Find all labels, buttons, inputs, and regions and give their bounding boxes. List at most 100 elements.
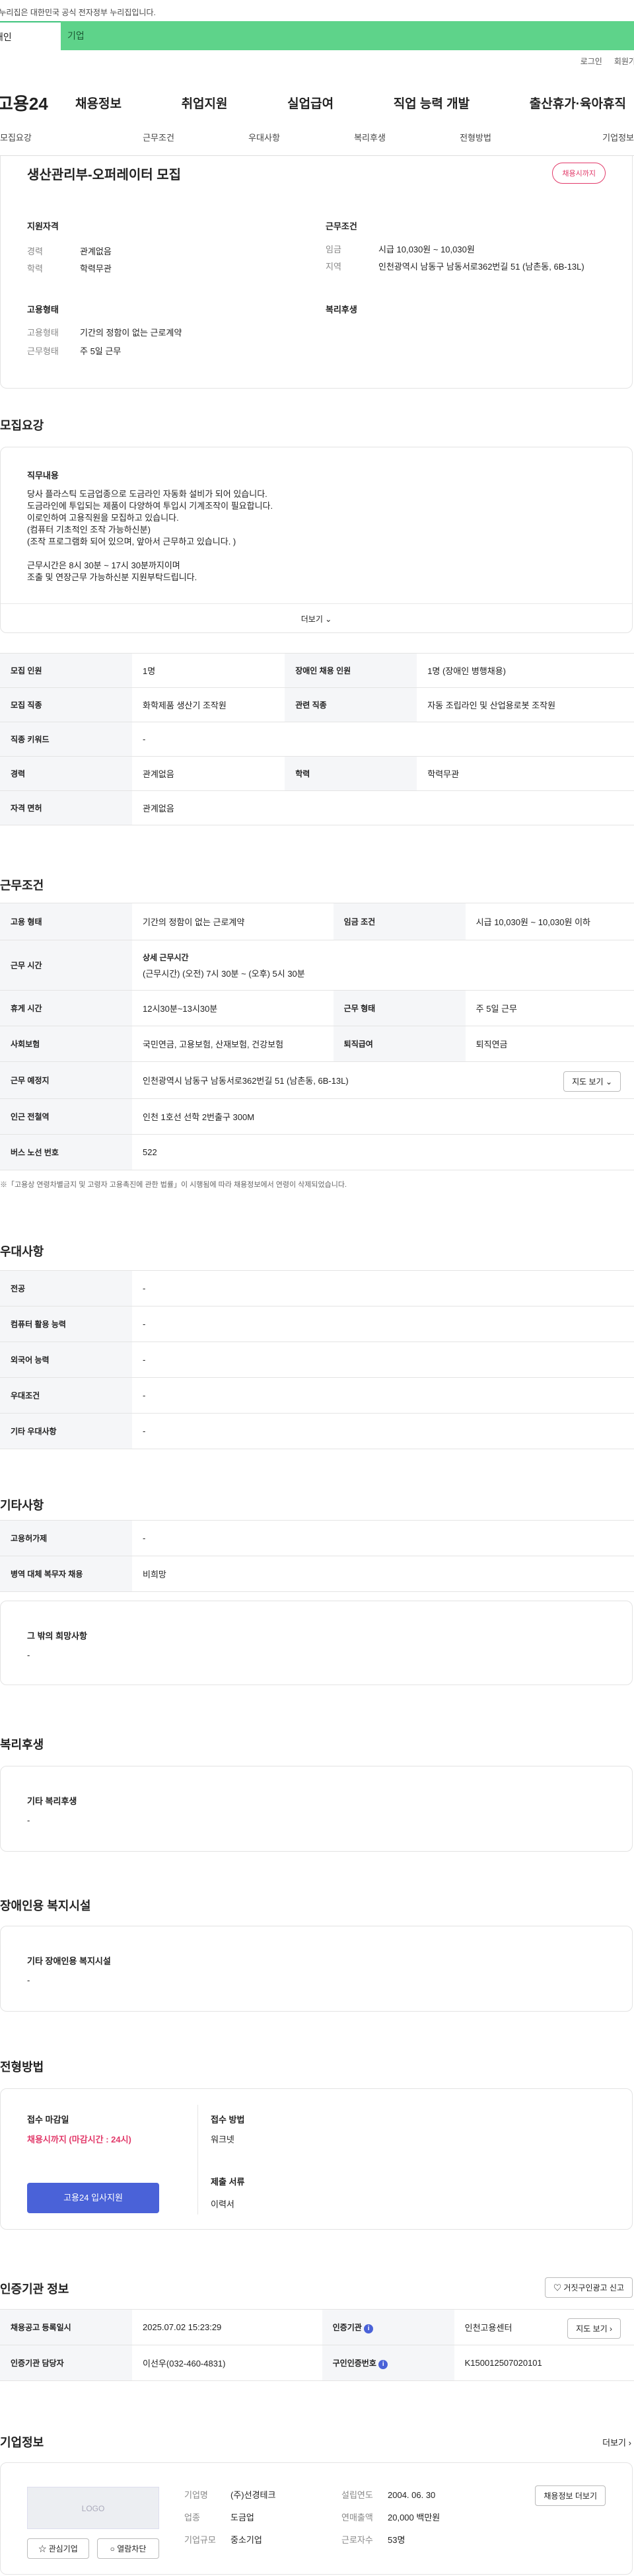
row-header: 자격 면허 [0,790,132,825]
job-title: 생산관리부-오퍼레이터 모집 [27,168,182,182]
duty-line: 이로인하여 고용직원을 모집하고 있습니다. [27,513,179,523]
worktype-value: 주 5일 근무 [80,346,122,356]
section-anchor-nav: 모집요강 근무조건 우대사항 복리후생 전형방법 기업정보 [0,131,634,156]
emptype-value: 기간의 정함이 없는 근로계약 [80,328,182,338]
table-row: 경력 관계없음 학력 학력무관 [0,756,634,791]
gnb-item-leave[interactable]: 출산휴가·육아휴직 [530,94,626,112]
anchor-welfare[interactable]: 복리후생 [317,131,423,155]
anchor-pref[interactable]: 우대사항 [211,131,317,155]
company-more-link[interactable]: 더보기 › [602,2436,631,2448]
severance-cell: 퇴직연금 [465,1026,634,1062]
row-header: 컴퓨터 활용 능력 [0,1306,132,1342]
row-header: 학력 [285,756,417,791]
row-value: - [132,1377,634,1414]
gnb-item-training[interactable]: 직업 능력 개발 [394,94,470,112]
duty-line [27,548,595,560]
row-value: 관계없음 [132,790,634,825]
reg-cell: 2025.07.02 15:23:29 [132,2309,322,2345]
status-badge: 채용시까지 [552,163,606,184]
rest-cell: 12시30분~13시30분 [132,990,334,1026]
block-icon: ○ [110,2544,115,2554]
star-icon: ☆ [38,2544,47,2554]
place-cell: 인천광역시 남동구 남동서로362번길 51 (남촌동, 6B-13L) 지도 보… [132,1061,634,1099]
welfare-section-title: 복리후생 [0,1738,44,1751]
deadline-title: 접수 마감일 [27,2115,69,2125]
anchor-recruit[interactable]: 모집요강 [0,131,106,155]
block-view-button[interactable]: ○ 열람차단 [97,2538,159,2559]
duty-text: 당사 플라스틱 도금업종으로 도금라인 자동화 설비가 되어 있습니다. 도금라인… [27,488,595,584]
join-link[interactable]: 회원가입 [614,56,634,67]
member-type-tabs: 개인 기업 [0,21,634,50]
duty-line: 조출 및 연장근무 가능하신분 지원부탁드립니다. [27,572,197,582]
welfare-title: 복리후생 [326,305,357,315]
company-name: (주)선경테크 [230,2490,276,2500]
career-value: 관계없음 [80,246,112,256]
row-value: - [132,1413,634,1449]
duty-line: 도금라인에 투입되는 제품이 다양하여 투입시 기계조작이 필요합니다. [27,501,273,511]
row-value: 학력무관 [417,756,634,791]
cert-table: 채용공고 등록일시 2025.07.02 15:23:29 인증기관 i 인천고용센터… [0,2309,634,2381]
job-summary-card: 생산관리부-오퍼레이터 모집 채용시까지 지원자격 근무조건 경력 관계없음 학력… [0,156,633,389]
report-button[interactable]: ♡ 거짓구인광고 신고 [544,2277,633,2298]
row-header: 전공 [0,1270,132,1307]
chevron-right-icon: › [610,2324,612,2333]
row-value: - [132,1342,634,1378]
bus-cell: 522 [132,1134,634,1170]
manager-cell: 이선우(032-460-4831) [132,2345,322,2381]
table-row: 외국어 능력 - [0,1342,634,1378]
gnb-item-jobs[interactable]: 채용정보 [75,94,122,112]
map-button[interactable]: 지도 보기 ⌄ [563,1071,621,1092]
row-value: 화학제품 생산기 조작원 [132,687,285,722]
row-value: 자동 조립라인 및 산업용로봇 조작원 [417,687,634,722]
cert-section-title: 인증기관 정보 [0,2283,69,2296]
table-row: 모집 직종 화학제품 생산기 조작원 관련 직종 자동 조립라인 및 산업용로봇 조작… [0,687,634,722]
global-nav: 고용24 채용정보 취업지원 실업급여 직업 능력 개발 출산휴가·육아휴직 [0,86,634,119]
row-header: 우대조건 [0,1377,132,1414]
deadline-value: 채용시까지 (마감시간 : 24시) [27,2135,131,2144]
duty-card: 직무내용 당사 플라스틱 도금업종으로 도금라인 자동화 설비가 되어 있습니다… [0,447,633,633]
etc-table: 고용허가제 - 병역 대체 복무자 채용 비희망 [0,1520,634,1592]
gnb-item-unemployment[interactable]: 실업급여 [287,94,334,112]
row-value: 관계없음 [132,756,285,791]
age-note: ※「고용상 연령차별금지 및 고령자 고용촉진에 관한 법률」이 시행됨에 따라… [0,1181,347,1189]
gnb-menu: 채용정보 취업지원 실업급여 직업 능력 개발 출산휴가·육아휴직 [75,94,634,112]
row-value: 비희망 [132,1556,634,1592]
anchor-process[interactable]: 전형방법 [423,131,528,155]
anchor-company[interactable]: 기업정보 [528,131,634,155]
duty-line: 근무시간은 8시 30분 ~ 17시 30분까지이며 [27,560,180,570]
row-header: 병역 대체 복무자 채용 [0,1556,132,1592]
cert-num-cell: K150012507020101 [454,2345,634,2381]
table-row: 직종 키워드 - [0,722,634,757]
gnb-item-employment-support[interactable]: 취업지원 [182,94,228,112]
row-header: 외국어 능력 [0,1342,132,1378]
info-icon[interactable]: i [364,2324,374,2333]
row-value: - [132,1306,634,1342]
company-jobs-button[interactable]: 채용정보 더보기 [535,2485,606,2506]
cert-num-header: 구인인증번호 i [322,2345,454,2381]
process-divider [197,2105,198,2215]
tab-person[interactable]: 개인 [0,21,61,50]
docs-value: 이력서 [211,2199,234,2209]
wish-title: 그 밖의 희망사항 [27,1631,87,1641]
cond-list: 임금 시급 10,030원 ~ 10,030원 지역 인천광역시 남동구 남동서로3… [326,243,616,274]
emp-list: 고용형태 기간의 정함이 없는 근로계약 근무형태 주 5일 근무 [27,324,182,361]
apply-button[interactable]: 고용24 입사지원 [27,2183,159,2213]
anchor-work[interactable]: 근무조건 [106,131,211,155]
favorite-company-button[interactable]: ☆ 관심기업 [27,2538,89,2559]
method-title: 접수 방법 [211,2115,245,2125]
tab-company[interactable]: 기업 [61,21,634,50]
site-logo[interactable]: 고용24 [0,91,75,115]
qual-list: 경력 관계없음 학력 학력무관 [27,243,112,278]
info-icon[interactable]: i [378,2359,388,2369]
more-button[interactable]: 더보기 ⌄ [1,603,632,632]
process-section-title: 전형방법 [0,2061,44,2074]
pref-table: 전공 - 컴퓨터 활용 능력 - 외국어 능력 - 우대조건 - 기타 우대사항 - [0,1270,634,1449]
work-table: 고용 형태 기간의 정함이 없는 근로계약 임금 조건 시급 10,030원 ~ 10… [0,903,634,1170]
login-link[interactable]: 로그인 [581,56,602,67]
company-section-title: 기업정보 [0,2436,44,2449]
qual-title: 지원자격 [27,221,59,231]
disab-card: 기타 장애인용 복지시설 - [0,1926,633,2012]
cert-map-button[interactable]: 지도 보기 › [567,2318,621,2339]
row-value: 1명 (장애인 병행채용) [417,653,634,688]
work-section-title: 근무조건 [0,879,44,892]
